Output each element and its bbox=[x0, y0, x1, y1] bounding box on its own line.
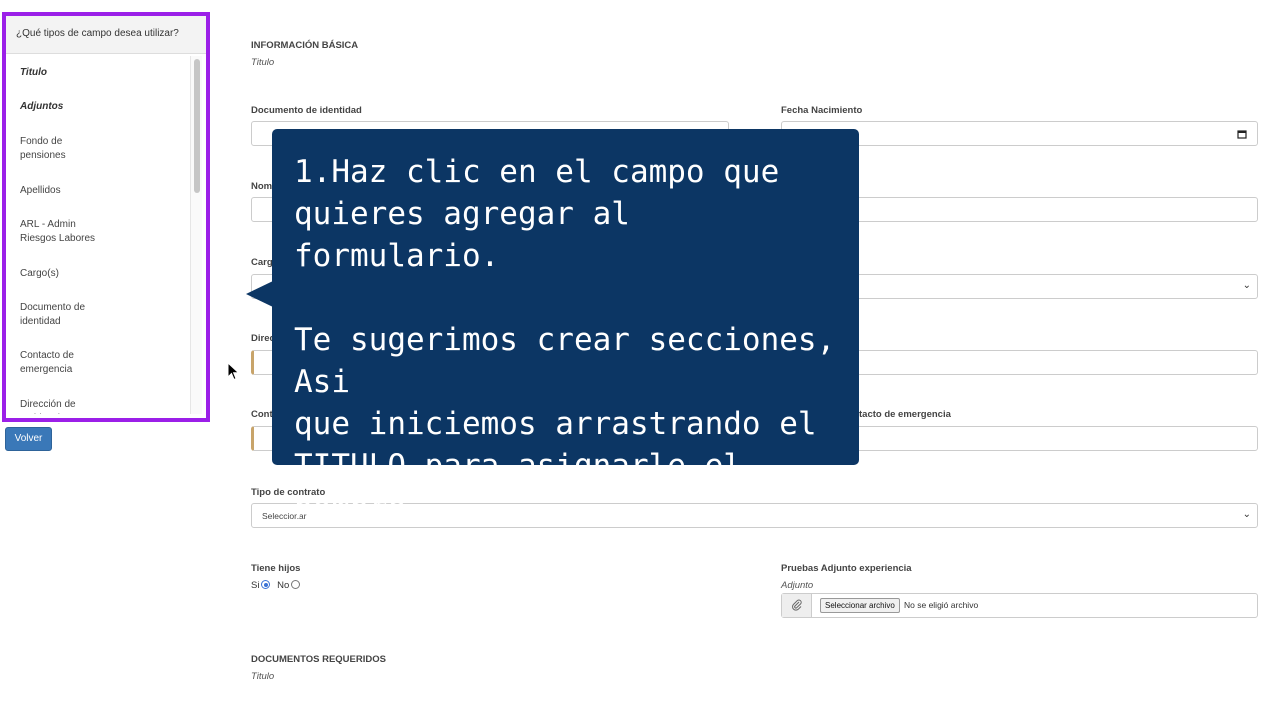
palette-item-arl[interactable]: ARL - Admin Riesgos Labores bbox=[20, 218, 110, 246]
file-upload-group: Seleccionar archivo No se eligió archivo bbox=[781, 593, 1258, 618]
paperclip-icon bbox=[782, 594, 812, 617]
label-cargo-partial: Carg bbox=[251, 257, 273, 268]
label-documento-identidad: Documento de identidad bbox=[251, 105, 362, 116]
select-file-button[interactable]: Seleccionar archivo bbox=[820, 598, 900, 613]
palette-item-apellidos[interactable]: Apellidos bbox=[20, 184, 110, 198]
calendar-icon[interactable] bbox=[1237, 129, 1247, 139]
palette-header: ¿Qué tipos de campo desea utilizar? bbox=[6, 16, 206, 54]
tooltip-step-text: 1.Haz clic en el campo que quieres agreg… bbox=[294, 154, 780, 274]
onboarding-tooltip: 1.Haz clic en el campo que quieres agreg… bbox=[272, 129, 859, 568]
tooltip-suggestion-text: Te sugerimos crear secciones, Asi que in… bbox=[294, 322, 836, 568]
radio-label-si: Si bbox=[251, 580, 260, 591]
tooltip-arrow bbox=[246, 281, 273, 307]
radio-no[interactable] bbox=[291, 580, 301, 589]
palette-item-direccion-residencia[interactable]: Dirección de residencia bbox=[20, 398, 110, 414]
section-title-informacion-basica: INFORMACIÓN BÁSICA bbox=[251, 40, 359, 51]
palette-list: Titulo Adjuntos Fondo de pensiones Apell… bbox=[6, 54, 190, 414]
volver-button[interactable]: Volver bbox=[5, 427, 52, 451]
tiene-hijos-radio-group: Si No bbox=[251, 580, 304, 591]
chevron-down-icon: ⌄ bbox=[1242, 509, 1251, 520]
field-palette: ¿Qué tipos de campo desea utilizar? Titu… bbox=[2, 12, 210, 422]
label-fecha-nacimiento: Fecha Nacimiento bbox=[781, 105, 863, 116]
section-title-documentos-requeridos: DOCUMENTOS REQUERIDOS bbox=[251, 654, 386, 665]
pruebas-adjunto-sub: Adjunto bbox=[781, 580, 814, 591]
label-contacto-partial: Cont bbox=[251, 409, 273, 420]
palette-item-cargos[interactable]: Cargo(s) bbox=[20, 267, 110, 281]
radio-label-no: No bbox=[277, 580, 290, 591]
palette-item-documento-identidad[interactable]: Documento de identidad bbox=[20, 301, 110, 329]
section2-subtitle: Titulo bbox=[251, 671, 275, 682]
label-contacto-emergencia-partial: tacto de emergencia bbox=[859, 409, 951, 420]
label-nombre-partial: Nom bbox=[251, 181, 273, 192]
radio-si[interactable] bbox=[261, 580, 271, 589]
chevron-down-icon: ⌄ bbox=[1242, 280, 1251, 291]
file-status-text: No se eligió archivo bbox=[904, 600, 979, 610]
section-subtitle: Titulo bbox=[251, 57, 275, 68]
mouse-cursor-icon bbox=[227, 362, 240, 381]
palette-item-adjuntos[interactable]: Adjuntos bbox=[20, 100, 110, 114]
palette-item-contacto-emergencia[interactable]: Contacto de emergencia bbox=[20, 349, 110, 377]
palette-scrollbar[interactable] bbox=[190, 56, 202, 414]
palette-scrollbar-thumb[interactable] bbox=[194, 59, 200, 193]
palette-item-fondo-pensiones[interactable]: Fondo de pensiones bbox=[20, 135, 110, 163]
palette-item-titulo[interactable]: Titulo bbox=[20, 66, 110, 80]
